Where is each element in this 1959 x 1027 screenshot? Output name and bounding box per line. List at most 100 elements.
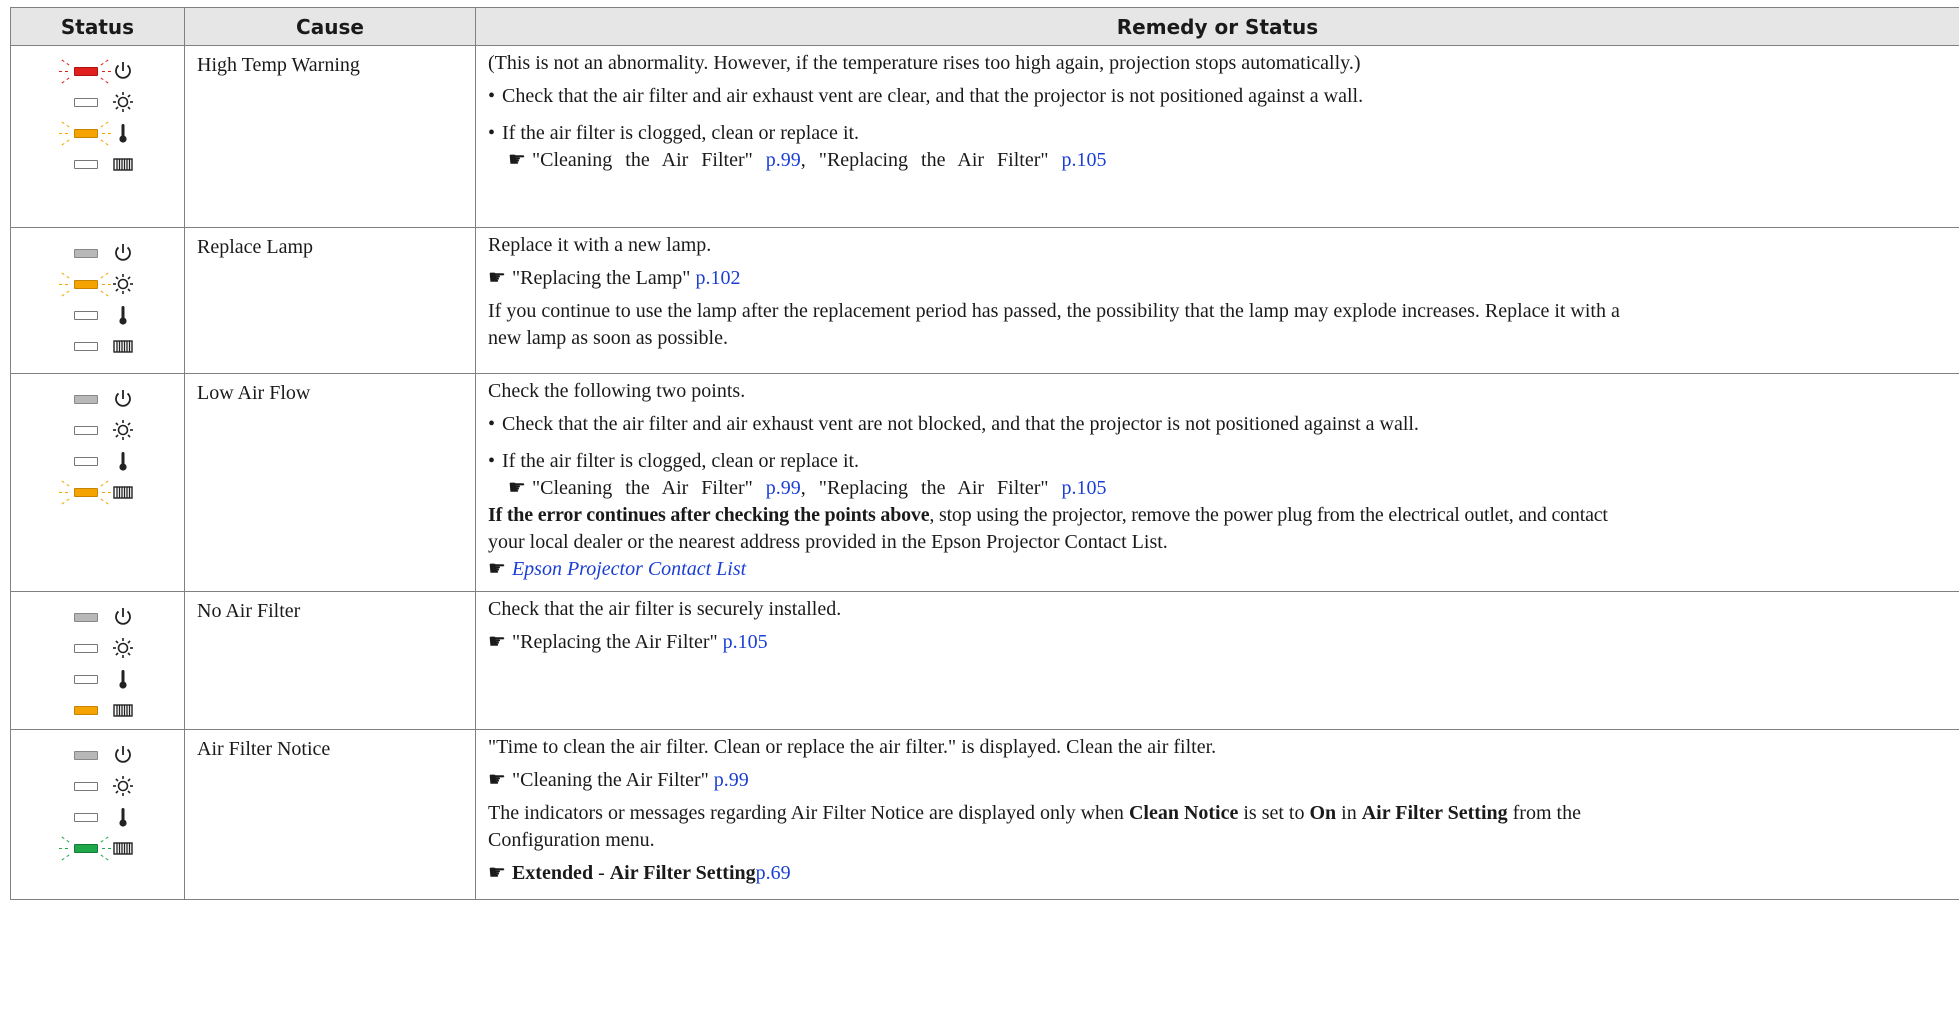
remedy-text: Configuration menu. <box>488 829 655 851</box>
thermometer-icon <box>111 449 135 473</box>
power-icon <box>111 59 135 83</box>
cross-reference: ☛ "Replacing the Air Filter" p.105 <box>488 631 768 653</box>
remedy-cell: Check the following two points. • Check t… <box>475 373 1959 592</box>
remedy-text: Check the following two points. <box>488 380 746 402</box>
status-indicators <box>10 373 185 592</box>
indicator-lamp <box>11 269 184 300</box>
cross-reference: ☛ Extended - Air Filter Settingp.69 <box>488 862 791 884</box>
table-row: Low Air Flow Check the following two poi… <box>10 373 1959 592</box>
remedy-text: (This is not an abnormality. However, if… <box>488 52 1361 74</box>
remedy-text: Replace it with a new lamp. <box>488 234 712 256</box>
page-link[interactable]: p.99 <box>766 149 801 171</box>
cause-cell: No Air Filter <box>184 591 476 730</box>
cross-reference: ☛ "Cleaning the Air Filter" p.99, "Replac… <box>508 149 1107 171</box>
lamp-icon <box>111 774 135 798</box>
power-icon <box>111 743 135 767</box>
thermometer-icon <box>111 667 135 691</box>
pointing-hand-icon: ☛ <box>488 862 506 884</box>
pointing-hand-icon: ☛ <box>508 477 526 499</box>
table-header-row: Status Cause Remedy or Status <box>10 7 1959 46</box>
indicator-temp <box>11 446 184 477</box>
air-filter-icon <box>111 480 135 504</box>
table-row: No Air Filter Check that the air filter … <box>10 591 1959 730</box>
remedy-cell: Replace it with a new lamp. ☛ "Replacing … <box>475 227 1959 374</box>
remedy-text: "Time to clean the air filter. Clean or … <box>488 736 1217 758</box>
indicator-temp <box>11 300 184 331</box>
power-icon <box>111 387 135 411</box>
page-link[interactable]: p.69 <box>756 862 791 884</box>
page-link[interactable]: p.105 <box>1062 149 1107 171</box>
contact-list-link[interactable]: Epson Projector Contact List <box>512 558 746 580</box>
lamp-icon <box>111 636 135 660</box>
indicator-power <box>11 602 184 633</box>
bullet-item: • If the air filter is clogged, clean or … <box>488 122 860 144</box>
indicator-temp <box>11 118 184 149</box>
lamp-icon <box>111 418 135 442</box>
indicator-filter <box>11 149 184 180</box>
status-indicators <box>10 591 185 730</box>
cause-cell: Air Filter Notice <box>184 729 476 900</box>
status-indicators <box>10 45 185 228</box>
page-link[interactable]: p.105 <box>723 631 768 653</box>
indicator-power <box>11 238 184 269</box>
air-filter-icon <box>111 152 135 176</box>
pointing-hand-icon: ☛ <box>488 267 506 289</box>
status-indicators <box>10 729 185 900</box>
indicator-filter <box>11 331 184 362</box>
remedy-cell: Check that the air filter is securely in… <box>475 591 1959 730</box>
air-filter-icon <box>111 836 135 860</box>
cross-reference: ☛ "Cleaning the Air Filter" p.99 <box>488 769 749 791</box>
indicator-power <box>11 740 184 771</box>
thermometer-icon <box>111 303 135 327</box>
power-icon <box>111 605 135 629</box>
indicator-power <box>11 384 184 415</box>
table-row: High Temp Warning (This is not an abnorm… <box>10 45 1959 228</box>
remedy-cell: "Time to clean the air filter. Clean or … <box>475 729 1959 900</box>
page-link[interactable]: p.102 <box>695 267 740 289</box>
cross-reference: ☛ Epson Projector Contact List <box>488 556 1959 583</box>
pointing-hand-icon: ☛ <box>488 769 506 791</box>
air-filter-icon <box>111 334 135 358</box>
lamp-icon <box>111 90 135 114</box>
pointing-hand-icon: ☛ <box>488 558 506 580</box>
remedy-text: The indicators or messages regarding Air… <box>488 802 1581 824</box>
remedy-text: Check that the air filter is securely in… <box>488 598 842 620</box>
cross-reference: ☛ "Replacing the Lamp" p.102 <box>488 267 741 289</box>
header-cause: Cause <box>184 7 476 46</box>
indicator-power <box>11 56 184 87</box>
cross-reference: ☛ "Cleaning the Air Filter" p.99, "Replac… <box>508 477 1107 499</box>
header-remedy: Remedy or Status <box>475 7 1959 46</box>
pointing-hand-icon: ☛ <box>488 631 506 653</box>
table-row: Air Filter Notice "Time to clean the air… <box>10 729 1959 900</box>
cause-cell: High Temp Warning <box>184 45 476 228</box>
table-row: Replace Lamp Replace it with a new lamp.… <box>10 227 1959 374</box>
thermometer-icon <box>111 121 135 145</box>
indicator-lamp <box>11 633 184 664</box>
remedy-cell: (This is not an abnormality. However, if… <box>475 45 1959 228</box>
indicator-temp <box>11 802 184 833</box>
remedy-text: If you continue to use the lamp after th… <box>488 300 1620 322</box>
status-indicators <box>10 227 185 374</box>
troubleshooting-document: Status Cause Remedy or Status High Temp … <box>10 7 1959 900</box>
air-filter-icon <box>111 698 135 722</box>
header-status: Status <box>10 7 185 46</box>
indicator-lamp-light <box>74 67 98 76</box>
remedy-text: If the error continues after checking th… <box>488 504 1608 526</box>
power-icon <box>111 241 135 265</box>
indicator-temp <box>11 664 184 695</box>
thermometer-icon <box>111 805 135 829</box>
indicator-lamp <box>11 87 184 118</box>
remedy-text: your local dealer or the nearest address… <box>488 531 1168 553</box>
indicator-filter <box>11 695 184 726</box>
page-link[interactable]: p.99 <box>766 477 801 499</box>
cause-cell: Replace Lamp <box>184 227 476 374</box>
indicator-lamp <box>11 415 184 446</box>
indicator-filter <box>11 833 184 864</box>
page-link[interactable]: p.99 <box>714 769 749 791</box>
lamp-icon <box>111 272 135 296</box>
bullet-item: • Check that the air filter and air exhau… <box>488 413 1419 435</box>
remedy-text: new lamp as soon as possible. <box>488 327 728 349</box>
bullet-item: • Check that the air filter and air exhau… <box>488 85 1364 107</box>
indicator-status-table: Status Cause Remedy or Status High Temp … <box>10 7 1959 900</box>
page-link[interactable]: p.105 <box>1062 477 1107 499</box>
